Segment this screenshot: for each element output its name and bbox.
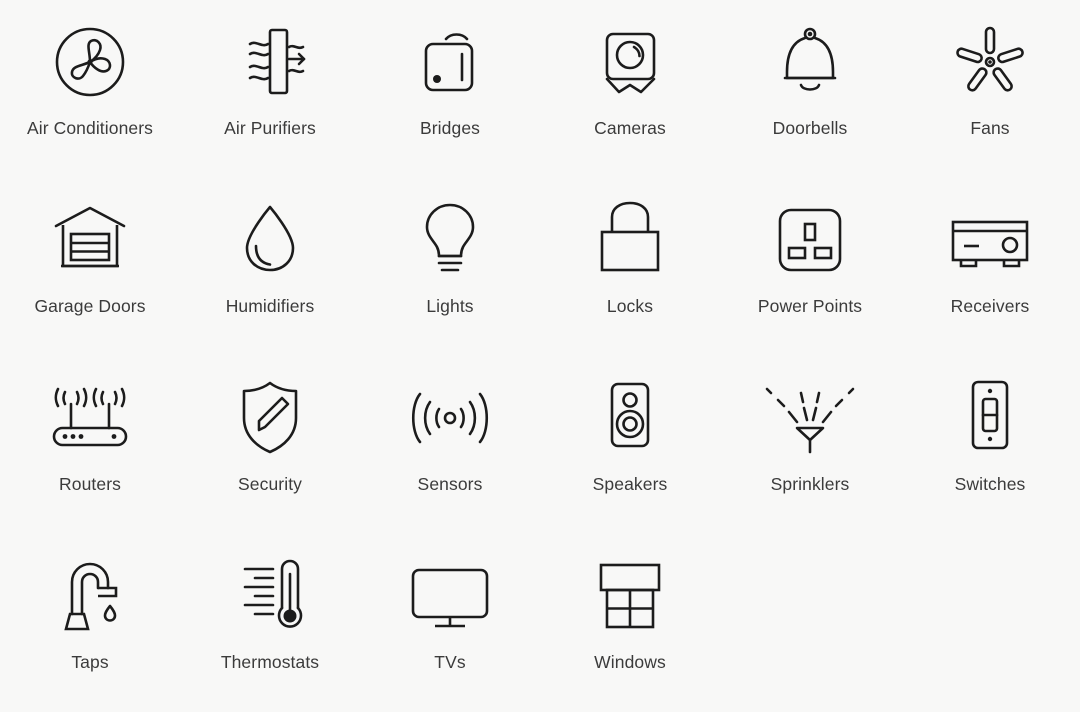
grid-item-label: Air Conditioners xyxy=(26,118,154,138)
grid-item-humidifiers[interactable]: Humidifiers xyxy=(180,178,360,356)
grid-item-label: Lights xyxy=(426,296,474,316)
grid-item-receivers[interactable]: Receivers xyxy=(900,178,1080,356)
grid-item-label: Routers xyxy=(59,474,121,494)
doorbell-bell-icon xyxy=(762,14,858,110)
television-icon xyxy=(402,548,498,644)
water-droplet-icon xyxy=(222,192,318,288)
grid-item-switches[interactable]: Switches xyxy=(900,356,1080,534)
av-receiver-icon xyxy=(942,192,1038,288)
grid-item-security[interactable]: Security xyxy=(180,356,360,534)
grid-item-label: Air Purifiers xyxy=(224,118,316,138)
thermometer-icon xyxy=(222,548,318,644)
grid-item-fans[interactable]: Fans xyxy=(900,0,1080,178)
grid-item-power-points[interactable]: Power Points xyxy=(720,178,900,356)
shield-icon xyxy=(222,370,318,466)
sprinkler-icon xyxy=(762,370,858,466)
grid-item-label: Bridges xyxy=(419,118,481,138)
grid-item-cameras[interactable]: Cameras xyxy=(540,0,720,178)
grid-item-label: TVs xyxy=(434,652,466,672)
grid-item-label: Doorbells xyxy=(772,118,848,138)
grid-item-label: Switches xyxy=(954,474,1026,494)
air-conditioner-fan-icon xyxy=(42,14,138,110)
grid-item-locks[interactable]: Locks xyxy=(540,178,720,356)
grid-item-label: Fans xyxy=(970,118,1010,138)
grid-item-label: Garage Doors xyxy=(34,296,146,316)
ceiling-fan-icon xyxy=(942,14,1038,110)
router-icon xyxy=(42,370,138,466)
grid-item-bridges[interactable]: Bridges xyxy=(360,0,540,178)
grid-item-label: Taps xyxy=(71,652,109,672)
bridge-hub-icon xyxy=(402,14,498,110)
grid-item-air-conditioners[interactable]: Air Conditioners xyxy=(0,0,180,178)
air-purifier-icon xyxy=(222,14,318,110)
grid-item-label: Windows xyxy=(594,652,666,672)
grid-item-lights[interactable]: Lights xyxy=(360,178,540,356)
grid-item-thermostats[interactable]: Thermostats xyxy=(180,534,360,712)
grid-item-sensors[interactable]: Sensors xyxy=(360,356,540,534)
grid-item-routers[interactable]: Routers xyxy=(0,356,180,534)
sensor-waves-icon xyxy=(402,370,498,466)
grid-item-label: Sprinklers xyxy=(770,474,850,494)
grid-item-label: Speakers xyxy=(592,474,668,494)
window-icon xyxy=(582,548,678,644)
grid-item-tvs[interactable]: TVs xyxy=(360,534,540,712)
speaker-icon xyxy=(582,370,678,466)
grid-item-taps[interactable]: Taps xyxy=(0,534,180,712)
camera-icon xyxy=(582,14,678,110)
padlock-icon xyxy=(582,192,678,288)
grid-item-label: Thermostats xyxy=(220,652,320,672)
grid-item-windows[interactable]: Windows xyxy=(540,534,720,712)
power-socket-icon xyxy=(762,192,858,288)
grid-item-sprinklers[interactable]: Sprinklers xyxy=(720,356,900,534)
grid-item-label: Cameras xyxy=(594,118,666,138)
light-switch-icon xyxy=(942,370,1038,466)
light-bulb-icon xyxy=(402,192,498,288)
grid-item-label: Locks xyxy=(606,296,654,316)
grid-item-garage-doors[interactable]: Garage Doors xyxy=(0,178,180,356)
garage-door-icon xyxy=(42,192,138,288)
grid-item-label: Security xyxy=(237,474,302,494)
device-category-grid: Air Conditioners Air Purifiers Bridges C… xyxy=(0,0,1080,712)
tap-faucet-icon xyxy=(42,548,138,644)
grid-item-label: Sensors xyxy=(417,474,483,494)
grid-item-air-purifiers[interactable]: Air Purifiers xyxy=(180,0,360,178)
grid-item-speakers[interactable]: Speakers xyxy=(540,356,720,534)
grid-item-doorbells[interactable]: Doorbells xyxy=(720,0,900,178)
grid-item-label: Humidifiers xyxy=(225,296,315,316)
grid-item-label: Receivers xyxy=(950,296,1030,316)
grid-item-label: Power Points xyxy=(757,296,863,316)
